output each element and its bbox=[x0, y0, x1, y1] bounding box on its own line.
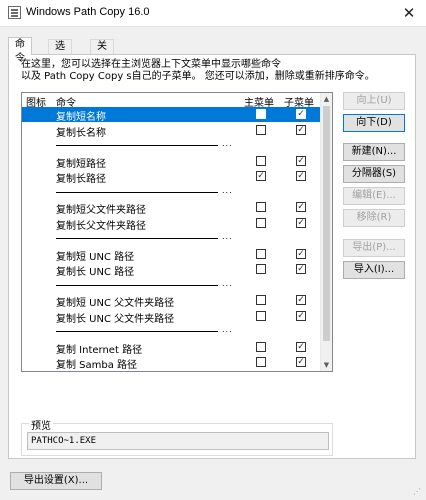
submenu-checkbox[interactable]: ✓ bbox=[296, 109, 306, 119]
command-row[interactable]: 复制短父文件夹路径 ✓ bbox=[22, 200, 322, 216]
scroll-down-icon[interactable]: ▼ bbox=[321, 359, 332, 371]
tab-commands[interactable]: 命令 bbox=[8, 37, 32, 64]
main-menu-checkbox[interactable] bbox=[256, 357, 266, 367]
main-menu-checkbox[interactable] bbox=[256, 341, 266, 352]
command-label: 复制短 UNC 路径 bbox=[56, 251, 135, 263]
submenu-checkbox[interactable]: ✓ bbox=[296, 155, 306, 166]
separator-line bbox=[56, 331, 218, 332]
separator-row[interactable]: ... bbox=[22, 185, 322, 200]
main-menu-checkbox[interactable] bbox=[256, 202, 266, 212]
command-label: 复制短名称 bbox=[56, 112, 106, 123]
submenu-checkbox[interactable]: ✓ bbox=[296, 264, 306, 274]
separator-dots: ... bbox=[222, 139, 233, 148]
main-menu-checkbox[interactable] bbox=[256, 155, 266, 166]
command-label: 复制 Internet 路径 bbox=[56, 344, 143, 356]
separator-row[interactable]: ... bbox=[22, 278, 322, 293]
command-row[interactable]: 复制长名称 ✓ bbox=[22, 123, 322, 139]
separator-line bbox=[56, 191, 218, 193]
separator-line bbox=[56, 284, 218, 286]
submenu-checkbox[interactable]: ✓ bbox=[296, 295, 306, 305]
separator-dots: ... bbox=[222, 325, 233, 334]
main-menu-checkbox[interactable] bbox=[256, 295, 266, 305]
edit-button[interactable]: 编辑(E)... bbox=[343, 187, 405, 205]
description-text: 在这里，您可以选择在主浏览器上下文菜单中显示哪些命令 以及 Path Copy … bbox=[21, 59, 375, 83]
main-menu-checkbox[interactable] bbox=[256, 109, 266, 119]
import-button[interactable]: 导入(I)... bbox=[343, 261, 405, 279]
new-button[interactable]: 新建(N)... bbox=[343, 143, 405, 161]
submenu-checkbox[interactable]: ✓ bbox=[296, 357, 306, 367]
command-label: 复制长路径 bbox=[56, 174, 106, 185]
separator-dots: ... bbox=[222, 185, 233, 195]
separator-row[interactable]: ... bbox=[22, 138, 322, 153]
commands-list[interactable]: 图标 命令 主菜单 子菜单 复制短名称 ✓ 复制长名称 ✓... 复制短路径 ✓ 复制长路径… bbox=[21, 92, 333, 372]
move-up-button[interactable]: 向上(U) bbox=[343, 92, 405, 110]
separator-row[interactable]: ... bbox=[22, 371, 322, 373]
separator-line bbox=[56, 238, 218, 239]
window-title: Windows Path Copy 16.0 bbox=[26, 6, 150, 18]
list-scrollbar[interactable]: ▲ ▼ bbox=[320, 93, 332, 371]
command-label: 复制长父文件夹路径 bbox=[56, 220, 146, 232]
description-line-1: 在这里，您可以选择在主浏览器上下文菜单中显示哪些命令 bbox=[21, 59, 281, 70]
separator-button[interactable]: 分隔器(S) bbox=[343, 165, 405, 183]
separator-row[interactable]: ... bbox=[22, 231, 322, 246]
command-label: 复制长 UNC 路径 bbox=[56, 267, 135, 278]
preview-field: PATHCO~1.EXE bbox=[27, 432, 329, 450]
command-label: 复制长名称 bbox=[56, 127, 106, 139]
submenu-checkbox[interactable]: ✓ bbox=[296, 310, 306, 321]
submenu-checkbox[interactable]: ✓ bbox=[296, 217, 306, 228]
export-button[interactable]: 导出(P)... bbox=[343, 239, 405, 257]
command-row[interactable]: 复制短 UNC 父文件夹路径 ✓ bbox=[22, 293, 322, 309]
description-line-2: 以及 Path Copy Copy s自己的子菜单。 您还可以添加，删除或重新排… bbox=[21, 71, 375, 82]
main-menu-checkbox[interactable] bbox=[256, 264, 266, 274]
command-label: 复制长 UNC 父文件夹路径 bbox=[56, 313, 175, 325]
main-menu-checkbox[interactable] bbox=[256, 310, 266, 321]
close-button[interactable]: ✕ bbox=[392, 0, 426, 26]
main-menu-checkbox[interactable] bbox=[256, 124, 266, 135]
remove-button[interactable]: 移除(R) bbox=[343, 209, 405, 227]
command-label: 复制短路径 bbox=[56, 158, 106, 170]
tab-options[interactable]: 选项 bbox=[48, 39, 72, 66]
command-row[interactable]: 复制 Samba 路径 ✓ bbox=[22, 355, 322, 371]
command-label: 复制 Samba 路径 bbox=[56, 360, 138, 371]
command-row[interactable]: 复制 Internet 路径 ✓ bbox=[22, 340, 322, 356]
commands-panel: 在这里，您可以选择在主浏览器上下文菜单中显示哪些命令 以及 Path Copy … bbox=[8, 54, 416, 459]
submenu-checkbox[interactable]: ✓ bbox=[296, 202, 306, 212]
submenu-checkbox[interactable]: ✓ bbox=[296, 248, 306, 259]
command-label: 复制短父文件夹路径 bbox=[56, 205, 146, 216]
command-row[interactable]: 复制长 UNC 父文件夹路径 ✓ bbox=[22, 309, 322, 325]
move-down-button[interactable]: 向下(D) bbox=[343, 114, 405, 132]
submenu-checkbox[interactable]: ✓ bbox=[296, 124, 306, 135]
separator-dots: ... bbox=[222, 278, 233, 288]
close-icon: ✕ bbox=[402, 4, 416, 22]
command-row[interactable]: 复制短 UNC 路径 ✓ bbox=[22, 247, 322, 263]
submenu-checkbox[interactable]: ✓ bbox=[296, 171, 306, 181]
command-row[interactable]: 复制长路径 ✓ ✓ bbox=[22, 169, 322, 185]
app-icon bbox=[8, 6, 21, 19]
separator-dots: ... bbox=[222, 232, 233, 241]
scroll-thumb[interactable] bbox=[323, 106, 330, 341]
main-menu-checkbox[interactable] bbox=[256, 248, 266, 259]
command-row[interactable]: 复制长 UNC 路径 ✓ bbox=[22, 262, 322, 278]
submenu-checkbox[interactable]: ✓ bbox=[296, 341, 306, 352]
separator-row[interactable]: ... bbox=[22, 324, 322, 339]
main-menu-checkbox[interactable]: ✓ bbox=[256, 171, 266, 181]
title-bar: Windows Path Copy 16.0 ✕ bbox=[0, 0, 426, 27]
list-rows: 复制短名称 ✓ 复制长名称 ✓... 复制短路径 ✓ 复制长路径 ✓ ✓... 复制短父文件夹路径… bbox=[22, 107, 322, 373]
command-label: 复制短 UNC 父文件夹路径 bbox=[56, 298, 175, 309]
command-row[interactable]: 复制长父文件夹路径 ✓ bbox=[22, 216, 322, 232]
separator-dots: ... bbox=[222, 372, 233, 373]
tab-about[interactable]: 关于 bbox=[90, 39, 114, 66]
command-row[interactable]: 复制短路径 ✓ bbox=[22, 154, 322, 170]
scroll-up-icon[interactable]: ▲ bbox=[321, 93, 332, 105]
export-settings-button[interactable]: 导出设置(X)... bbox=[10, 472, 102, 490]
separator-line bbox=[56, 145, 218, 146]
list-header: 图标 命令 主菜单 子菜单 bbox=[22, 93, 322, 109]
preview-label: 预览 bbox=[29, 417, 53, 432]
main-menu-checkbox[interactable] bbox=[256, 217, 266, 228]
resize-grip-icon[interactable]: ⋰ bbox=[413, 487, 423, 497]
command-row[interactable]: 复制短名称 ✓ bbox=[22, 107, 322, 123]
